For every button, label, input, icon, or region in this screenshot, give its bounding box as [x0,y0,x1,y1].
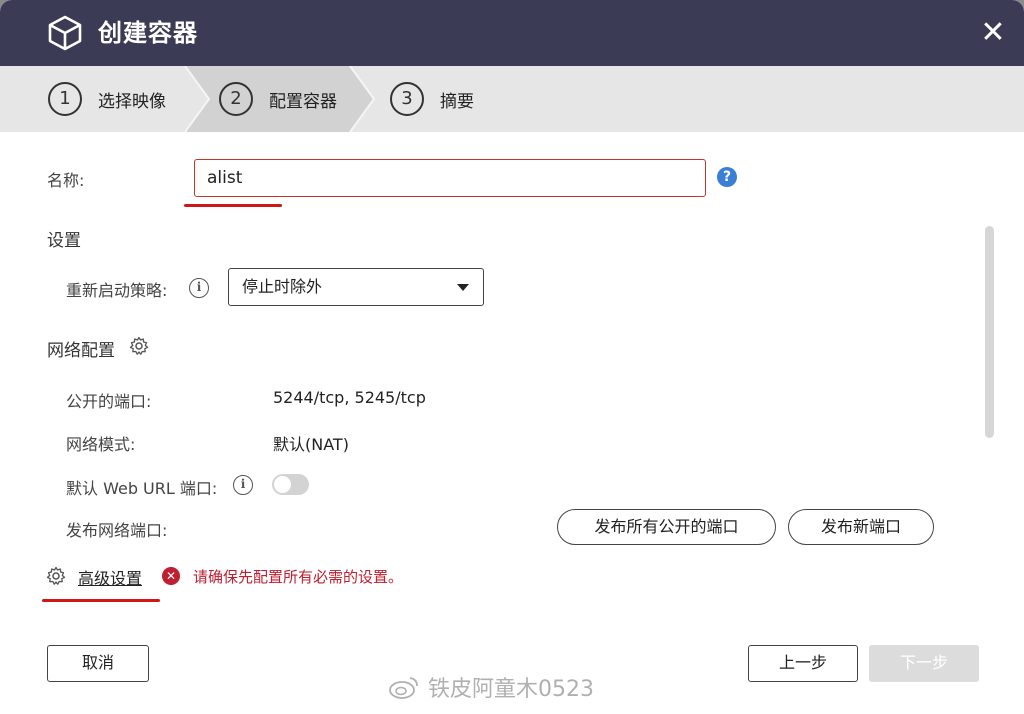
step-label: 选择映像 [98,91,166,112]
previous-button[interactable]: 上一步 [748,645,858,682]
web-url-port-label: 默认 Web URL 端口: [66,479,218,498]
step-label: 摘要 [440,91,474,112]
gear-icon [46,566,66,585]
step-configure-container[interactable]: 2 配置容器 [219,81,337,117]
step-number: 2 [219,82,253,116]
container-box-icon [48,15,82,51]
dialog-title: 创建容器 [98,19,198,47]
restart-policy-value: 停止时除外 [242,277,323,296]
publish-all-ports-button[interactable]: 发布所有公开的端口 [557,509,776,545]
network-config-title: 网络配置 [47,341,115,361]
annotation-underline [184,204,282,207]
publish-ports-label: 发布网络端口: [66,521,168,540]
network-mode-label: 网络模式: [66,435,136,454]
restart-policy-select[interactable]: 停止时除外 [228,268,484,306]
watermark: 铁皮阿童木0523 [388,671,594,703]
step-select-image[interactable]: 1 选择映像 [48,81,166,117]
name-input[interactable]: alist [194,159,706,197]
watermark-text: 铁皮阿童木0523 [428,677,594,702]
create-container-dialog: 创建容器 ✕ 1 选择映像 2 配置容器 3 摘要 名称: alist ? 设置… [0,0,1024,714]
cancel-button[interactable]: 取消 [47,645,149,682]
publish-new-port-button[interactable]: 发布新端口 [788,509,934,545]
published-ports-value: 5244/tcp, 5245/tcp [273,388,426,407]
step-number: 1 [48,82,82,116]
error-message: 请确保先配置所有必需的设置。 [193,568,404,586]
gear-icon[interactable] [129,336,149,356]
settings-title: 设置 [47,231,81,251]
wizard-steps: 1 选择映像 2 配置容器 3 摘要 [0,66,1024,132]
advanced-settings-link[interactable]: 高级设置 [78,565,142,589]
restart-policy-label: 重新启动策略: [66,281,168,300]
step-label: 配置容器 [269,91,337,112]
info-icon[interactable]: i [233,475,253,495]
annotation-underline [42,599,160,602]
error-icon: ✕ [162,567,180,585]
step-summary[interactable]: 3 摘要 [390,81,474,117]
help-icon[interactable]: ? [717,167,737,187]
weibo-logo-icon [389,677,418,699]
name-label: 名称: [47,171,85,190]
info-icon[interactable]: i [189,278,209,298]
toggle-knob [274,476,291,493]
close-button[interactable]: ✕ [976,16,1010,50]
caret-down-icon [457,284,469,291]
scrollbar[interactable] [985,226,994,438]
next-button[interactable]: 下一步 [869,645,979,682]
step-number: 3 [390,82,424,116]
web-url-port-toggle[interactable] [272,474,309,495]
title-bar: 创建容器 ✕ [0,0,1024,66]
published-ports-label: 公开的端口: [66,392,152,411]
network-mode-value: 默认(NAT) [273,435,349,454]
